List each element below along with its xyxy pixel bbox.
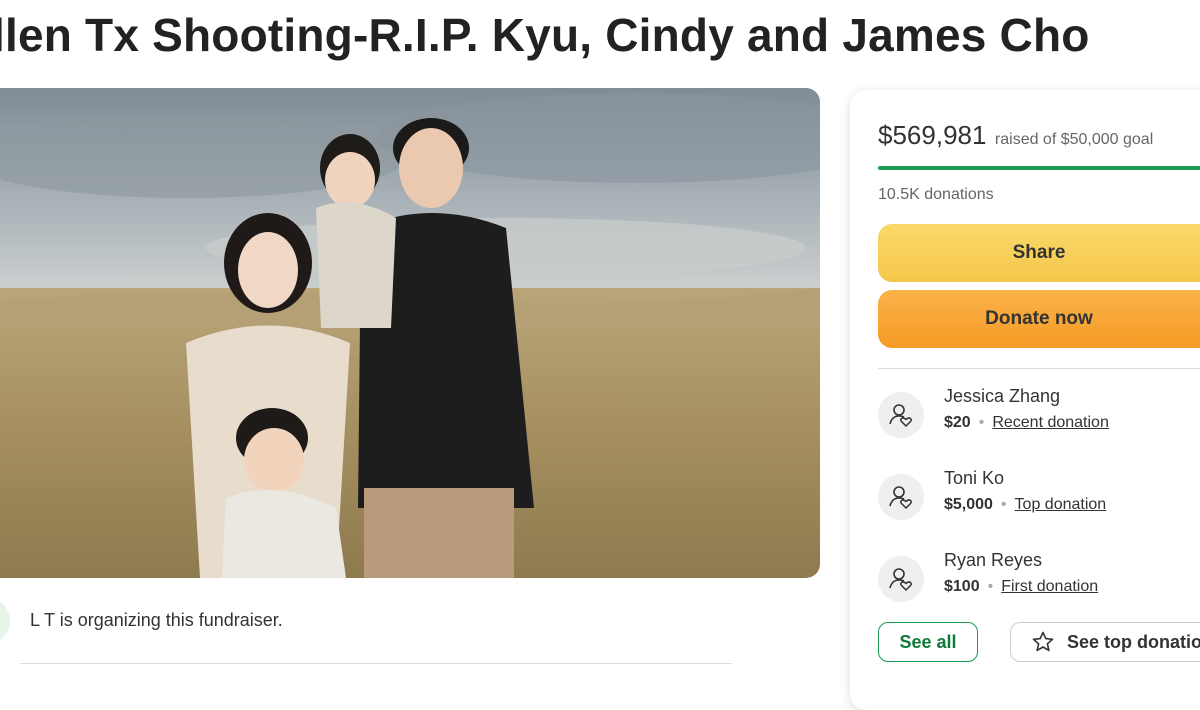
separator-dot: • <box>978 414 985 431</box>
see-all-button[interactable]: See all <box>878 622 978 662</box>
organizer-row: L T is organizing this fundraiser. <box>0 598 740 648</box>
donor-name: Ryan Reyes <box>944 550 1043 570</box>
donor-name: Toni Ko <box>944 468 1005 488</box>
star-icon <box>1032 631 1054 652</box>
donor-tag-link[interactable]: First donation <box>1001 578 1098 595</box>
donor-tag-link[interactable]: Recent donation <box>992 414 1109 431</box>
donor-meta: $100 • First donation <box>944 578 1098 596</box>
donor-meta: $5,000 • Top donation <box>944 496 1106 514</box>
donations-count: 10.5K donations <box>878 186 994 203</box>
donor-amount: $5,000 <box>944 496 993 513</box>
divider <box>20 663 732 664</box>
donation-card: $569,981 raised of $50,000 goal 10.5K do… <box>850 90 1200 710</box>
separator-dot: • <box>987 578 994 595</box>
amount-row: $569,981 raised of $50,000 goal <box>878 120 1153 151</box>
amount-raised: $569,981 <box>878 120 987 150</box>
donor-meta: $20 • Recent donation <box>944 414 1109 432</box>
progress-bar <box>878 166 1200 170</box>
donor-heart-icon <box>878 392 924 438</box>
organizer-avatar <box>0 598 10 644</box>
separator-dot: • <box>1000 496 1007 513</box>
donor-item: Jessica Zhang $20 • Recent donation <box>878 386 1200 446</box>
progress-fill <box>878 166 1200 170</box>
donate-now-button[interactable]: Donate now <box>878 290 1200 348</box>
donor-amount: $20 <box>944 414 971 431</box>
donor-heart-icon <box>878 556 924 602</box>
donor-name: Jessica Zhang <box>944 386 1061 406</box>
share-button[interactable]: Share <box>878 224 1200 282</box>
divider <box>878 368 1200 369</box>
donor-tag-link[interactable]: Top donation <box>1015 496 1107 513</box>
see-top-donations-label: See top donations <box>1067 631 1200 652</box>
donor-item: Toni Ko $5,000 • Top donation <box>878 468 1200 528</box>
campaign-photo <box>0 88 820 578</box>
goal-text: raised of $50,000 goal <box>994 131 1154 148</box>
see-top-donations-button[interactable]: See top donations <box>1010 622 1200 662</box>
donor-heart-icon <box>878 474 924 520</box>
donor-item: Ryan Reyes $100 • First donation <box>878 550 1200 610</box>
donor-amount: $100 <box>944 578 980 595</box>
page-title: llen Tx Shooting-R.I.P. Kyu, Cindy and J… <box>0 9 1090 61</box>
organizer-text: L T is organizing this fundraiser. <box>30 610 283 630</box>
